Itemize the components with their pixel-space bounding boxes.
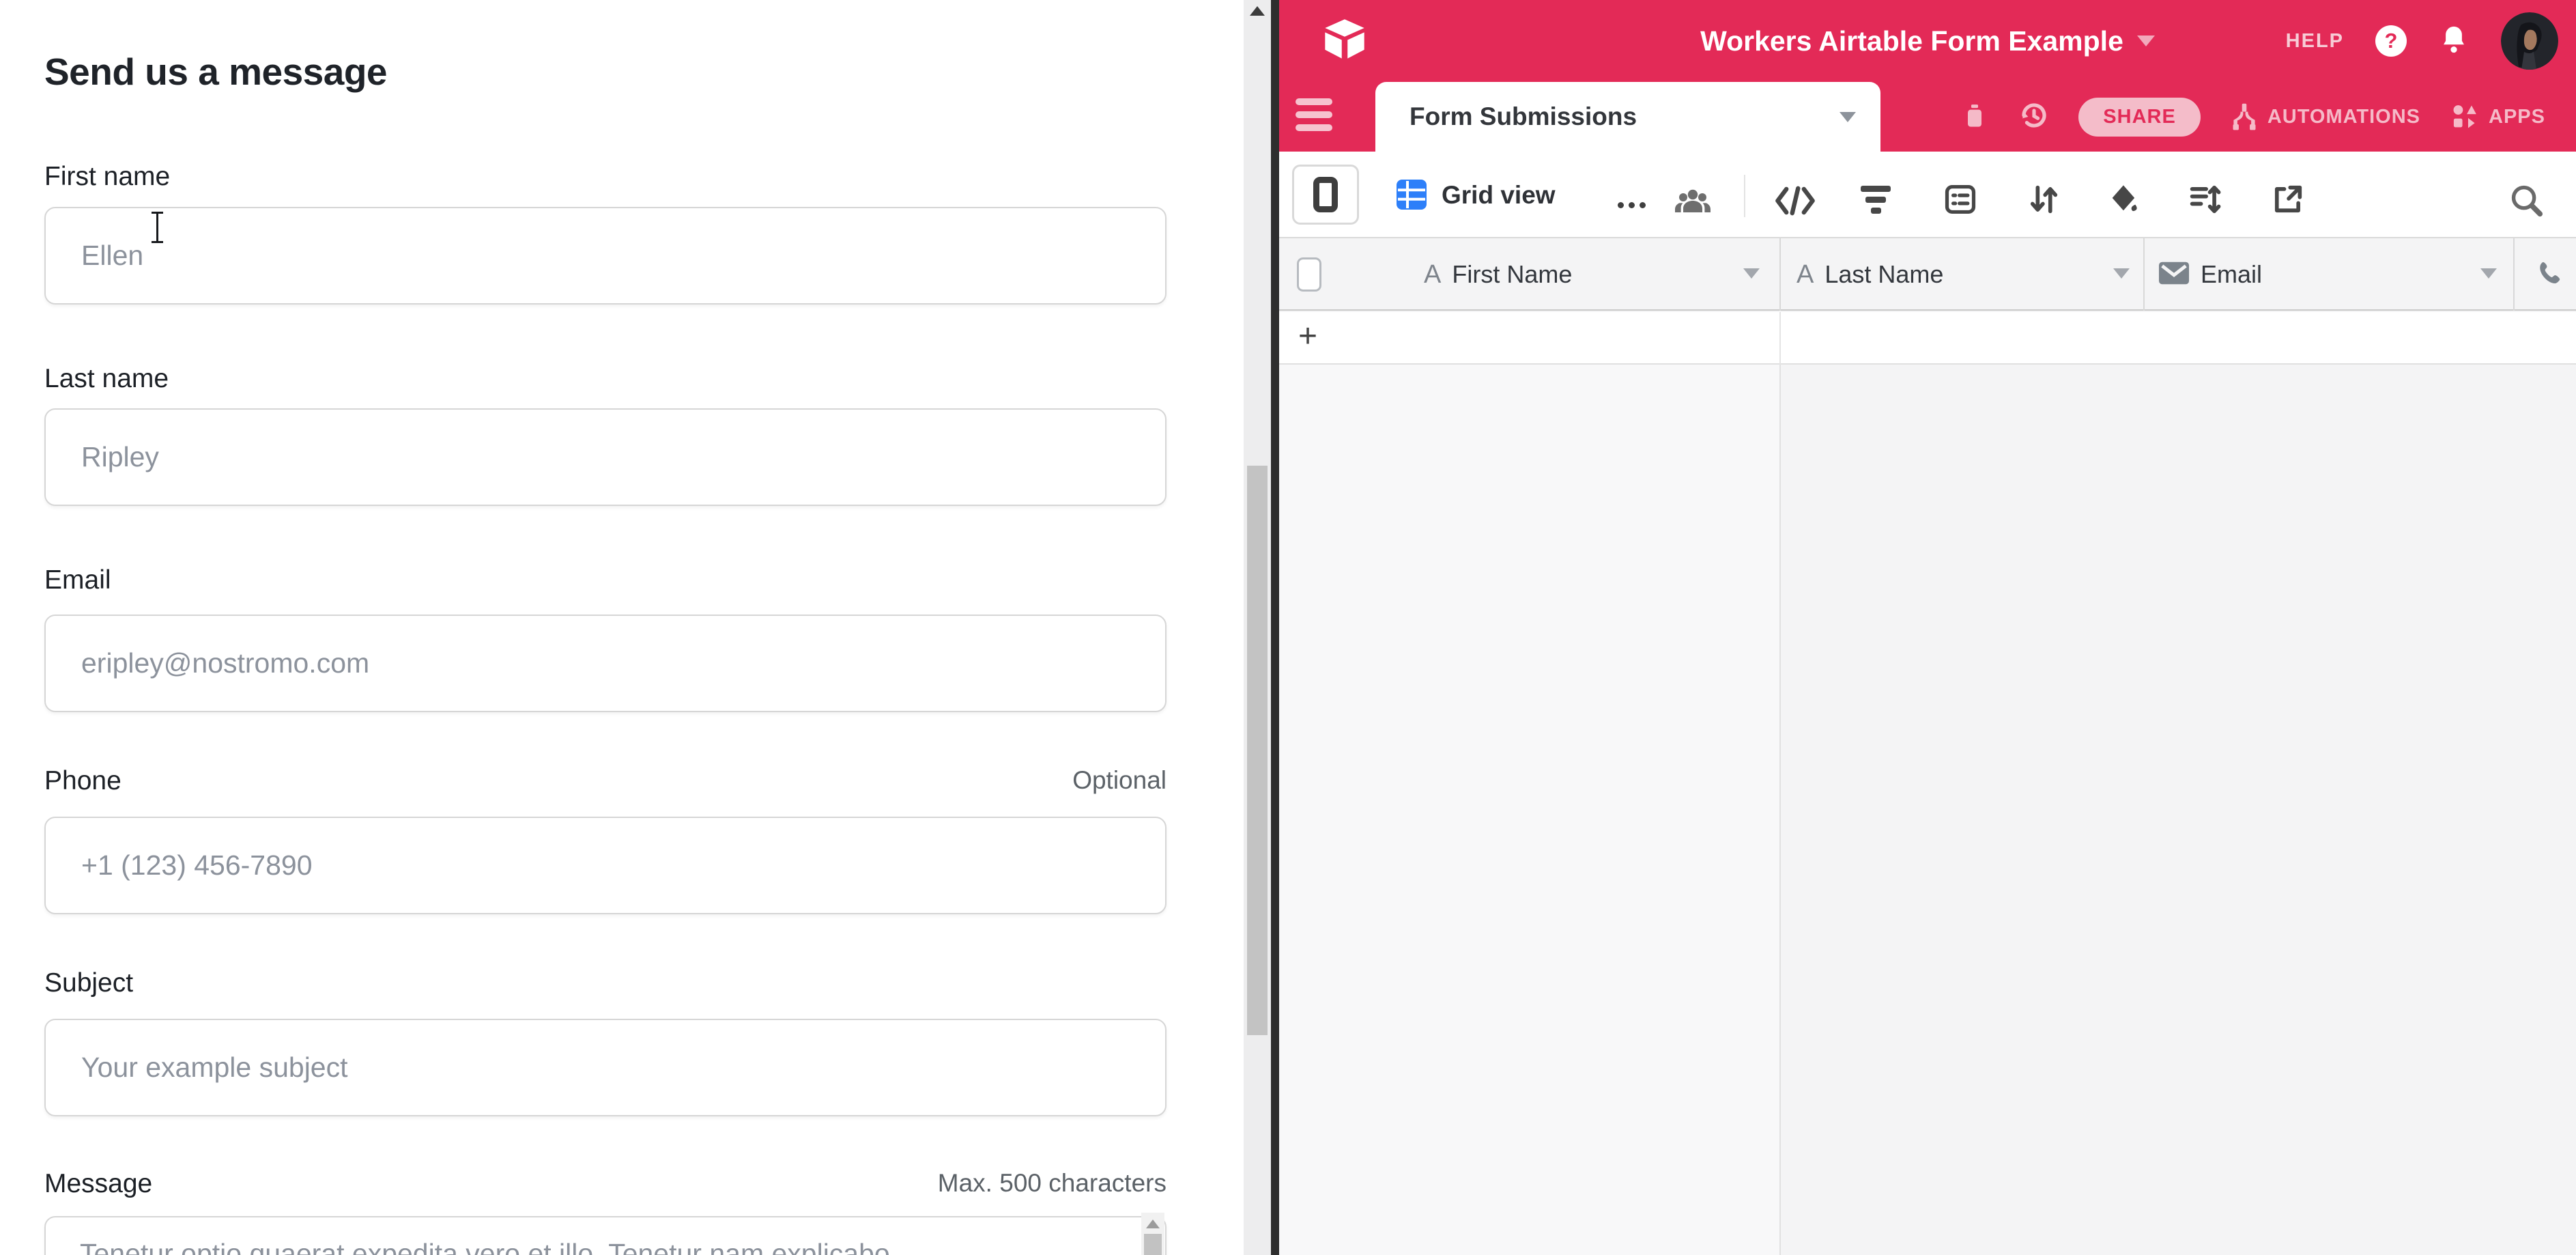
text-field-type-icon: A: [1424, 260, 1441, 290]
column-border[interactable]: [2513, 238, 2515, 311]
add-record-plus-icon[interactable]: +: [1298, 318, 1317, 355]
scroll-up-icon[interactable]: [1146, 1219, 1160, 1228]
screen: Send us a message First name Last name E…: [0, 0, 2576, 1255]
column-header-phone[interactable]: Phone: [2535, 238, 2576, 311]
message-label: Message: [44, 1169, 152, 1198]
message-group: Message Max. 500 characters: [44, 1169, 1167, 1199]
share-view-icon[interactable]: [2270, 182, 2306, 221]
select-all-checkbox[interactable]: [1297, 257, 1321, 292]
question-help-icon[interactable]: ?: [2375, 25, 2407, 57]
search-icon[interactable]: [2508, 182, 2545, 222]
subject-input[interactable]: [44, 1019, 1167, 1116]
group-icon[interactable]: [1943, 182, 1978, 221]
apps-button[interactable]: APPS: [2449, 101, 2545, 132]
add-record-row[interactable]: +: [1279, 312, 2576, 365]
last-name-label: Last name: [44, 364, 169, 393]
tabs-bar-right-cluster: SHARE AUTOMATIONS: [1961, 82, 2545, 152]
form-heading: Send us a message: [44, 50, 387, 94]
hamburger-menu-icon[interactable]: [1296, 98, 1332, 137]
textarea-scrollbar[interactable]: [1141, 1213, 1164, 1255]
trash-icon[interactable]: [1961, 100, 1988, 135]
column-border: [1779, 312, 1781, 365]
automations-label: AUTOMATIONS: [2267, 106, 2420, 128]
first-name-input[interactable]: [44, 207, 1167, 305]
phone-group: Phone Optional: [44, 766, 1167, 796]
view-toolbar: Grid view: [1279, 152, 2576, 238]
grid-empty-area: [1279, 365, 1779, 1255]
airtable-topbar: Workers Airtable Form Example HELP ?: [1279, 0, 2576, 82]
email-label: Email: [44, 565, 111, 595]
text-cursor-icon: [152, 212, 163, 243]
message-textarea[interactable]: [44, 1216, 1167, 1255]
tab-form-submissions[interactable]: Form Submissions: [1375, 82, 1880, 152]
column-header-email[interactable]: Email: [2158, 238, 2262, 311]
topbar-right-cluster: HELP ?: [2286, 0, 2558, 82]
phone-field-type-icon: [2535, 259, 2564, 291]
history-icon[interactable]: [2017, 99, 2050, 135]
table-tabs-bar: Form Submissions SHARE: [1279, 82, 2576, 152]
page-scrollbar[interactable]: [1244, 0, 1271, 1255]
email-field-type-icon: [2158, 261, 2190, 289]
view-more-options-icon[interactable]: [1618, 202, 1646, 208]
sort-icon[interactable]: [2026, 182, 2061, 221]
first-name-group: First name: [44, 162, 1167, 192]
grid-view-icon[interactable]: [1395, 178, 1428, 214]
column-border[interactable]: [1779, 238, 1781, 311]
user-avatar[interactable]: [2501, 12, 2558, 70]
help-button[interactable]: HELP: [2286, 30, 2344, 53]
base-title[interactable]: Workers Airtable Form Example: [1700, 25, 2123, 57]
views-sidebar-toggle-button[interactable]: [1292, 165, 1359, 225]
color-icon[interactable]: [2106, 182, 2142, 221]
page-scrollbar-thumb[interactable]: [1247, 466, 1268, 1035]
table-tab-chevron-down-icon[interactable]: [1840, 112, 1856, 122]
airtable-window: Workers Airtable Form Example HELP ?: [1279, 0, 2576, 1255]
first-name-label: First name: [44, 162, 170, 191]
column-header-first-name[interactable]: A First Name: [1424, 238, 1572, 311]
filter-icon[interactable]: [1861, 186, 1891, 218]
textarea-scrollbar-thumb[interactable]: [1144, 1234, 1162, 1255]
last-name-group: Last name: [44, 364, 1167, 394]
grid-empty-area: [1781, 365, 2576, 1255]
email-group: Email: [44, 565, 1167, 595]
first-name-caret-icon[interactable]: [1743, 268, 1760, 279]
email-caret-icon[interactable]: [2480, 268, 2497, 279]
subject-label: Subject: [44, 968, 133, 998]
apps-label: APPS: [2489, 106, 2545, 128]
subject-group: Subject: [44, 968, 1167, 998]
scrollbar-up-icon[interactable]: [1250, 6, 1265, 16]
phone-input[interactable]: [44, 817, 1167, 914]
sidebar-panel-icon: [1313, 177, 1338, 212]
last-name-input[interactable]: [44, 408, 1167, 506]
email-input[interactable]: [44, 615, 1167, 712]
automations-button[interactable]: AUTOMATIONS: [2229, 100, 2420, 133]
phone-label: Phone: [44, 766, 121, 795]
text-field-type-icon: A: [1797, 260, 1814, 290]
share-button[interactable]: SHARE: [2078, 98, 2201, 137]
contact-form-panel: Send us a message First name Last name E…: [0, 0, 1244, 1255]
toolbar-divider: [1744, 175, 1745, 217]
base-title-chevron-down-icon[interactable]: [2137, 36, 2155, 46]
table-tab-label: Form Submissions: [1409, 102, 1637, 131]
column-border[interactable]: [2143, 238, 2145, 311]
message-maxchars-note: Max. 500 characters: [938, 1169, 1167, 1198]
grid-view-label[interactable]: Grid view: [1442, 181, 1556, 210]
collaborators-icon[interactable]: [1674, 184, 1712, 222]
hide-fields-icon[interactable]: [1773, 184, 1817, 221]
notifications-bell-icon[interactable]: [2438, 23, 2470, 59]
phone-optional-note: Optional: [1072, 766, 1167, 795]
column-header-row: A First Name A Last Name Email: [1279, 238, 2576, 311]
window-divider: [1271, 0, 1279, 1255]
column-header-last-name[interactable]: A Last Name: [1797, 238, 1943, 311]
row-height-icon[interactable]: [2187, 182, 2222, 221]
last-name-caret-icon[interactable]: [2113, 268, 2130, 279]
